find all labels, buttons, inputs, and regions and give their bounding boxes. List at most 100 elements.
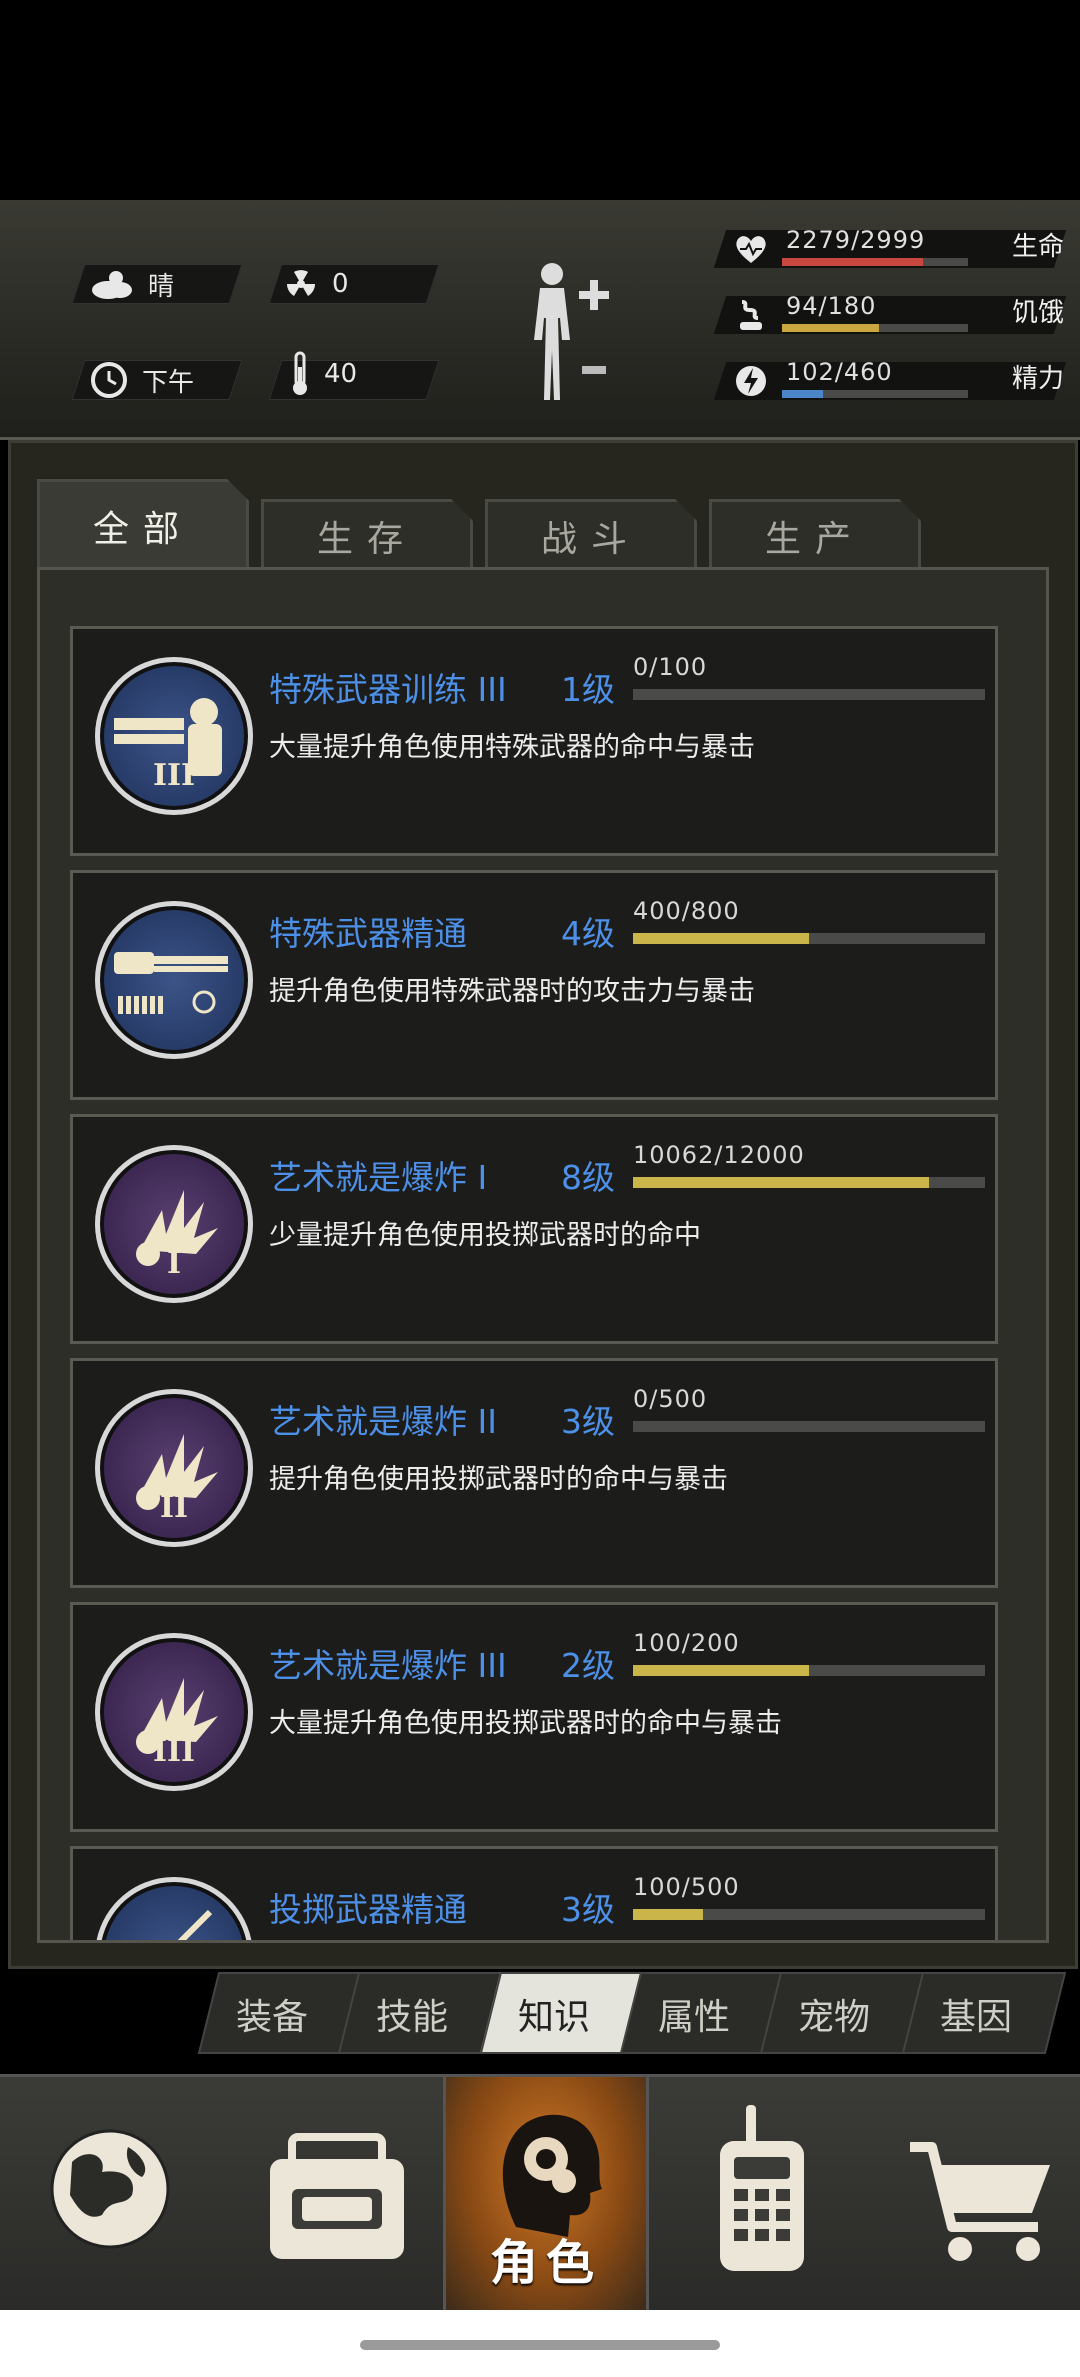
skill-card[interactable]: 特殊武器精通 4级 400/800 提升角色使用特殊武器时的攻击力与暴击 (70, 870, 998, 1100)
skill-progress-text: 100/200 (633, 1629, 740, 1657)
body-status-button[interactable] (520, 260, 620, 410)
skill-tier: III (152, 1734, 196, 1769)
hunger-label: 饥饿 (1011, 298, 1064, 328)
stat-hunger: 94/180 饥饿 (713, 288, 1067, 338)
skill-progress-fill (633, 1909, 704, 1920)
walkie-talkie-icon (720, 2105, 804, 2271)
tab-combat-label: 战斗 (540, 519, 641, 560)
skill-level: 3级 (561, 1890, 615, 1929)
heart-icon (736, 236, 766, 263)
skill-tier: III (152, 758, 196, 793)
tab-survival[interactable]: 生存 (261, 499, 473, 570)
skill-emblem (95, 1877, 253, 1940)
skill-emblem (95, 901, 253, 1059)
skill-progress-bar (633, 1177, 985, 1188)
clock-icon (91, 362, 127, 398)
skill-progress-text: 400/800 (633, 897, 740, 925)
tab-all-label: 全部 (92, 509, 193, 550)
skill-progress-fill (633, 933, 809, 944)
system-gesture-bar (0, 2310, 1080, 2377)
skill-progress-bar (633, 1665, 985, 1676)
skill-progress-bar (633, 689, 985, 700)
radiation-indicator[interactable]: 0 (284, 264, 349, 304)
subtab-label: 宠物 (797, 1997, 870, 2038)
tab-all[interactable]: 全部 (37, 479, 249, 570)
shopping-cart-icon (910, 2142, 1050, 2261)
bottom-nav: 角色 (0, 2074, 1080, 2313)
skill-title: 艺术就是爆炸 III (269, 1646, 507, 1685)
temperature-indicator[interactable]: 40 (290, 351, 358, 395)
backpack-icon (270, 2133, 404, 2259)
subtab-label: 装备 (235, 1997, 308, 2038)
tab-production[interactable]: 生产 (709, 499, 921, 570)
stat-energy: 102/460 精力 (713, 354, 1067, 404)
stat-health: 2279/2999 生命 (713, 222, 1067, 272)
temperature-value: 40 (324, 359, 358, 389)
home-indicator[interactable] (360, 2340, 720, 2350)
weather-label: 晴 (148, 271, 175, 302)
skill-description: 提升角色使用投掷武器时的命中与暴击 (269, 1464, 728, 1495)
skill-tier: II (159, 1490, 189, 1525)
nav-character-button[interactable]: 角色 (443, 2077, 649, 2313)
tab-production-label: 生产 (764, 519, 865, 560)
globe-icon (50, 2129, 170, 2249)
skill-progress-bar (633, 933, 985, 944)
skill-level: 2级 (561, 1646, 615, 1685)
skill-description: 少量提升角色使用投掷武器时的命中 (269, 1220, 701, 1251)
skill-card[interactable]: I 艺术就是爆炸 I 8级 10062/12000 少量提升角色使用投掷武器时的命中 (70, 1114, 998, 1344)
subtab-label: 基因 (939, 1997, 1012, 2038)
nav-map-button[interactable] (32, 2077, 232, 2313)
hunger-bar-fill (782, 324, 879, 332)
skill-progress-bar (633, 1909, 985, 1920)
skill-card[interactable]: III 特殊武器训练 III 1级 0/100 大量提升角色使用特殊武器的命中与暴击 (70, 626, 998, 856)
thermometer-icon (293, 351, 307, 395)
skill-emblem: III (95, 1633, 253, 1791)
hunger-bar (782, 324, 968, 332)
body-figure-icon (534, 263, 609, 400)
skill-title: 特殊武器精通 (269, 914, 467, 953)
time-label: 下午 (142, 367, 195, 398)
nav-character-label: 角色 (489, 2235, 602, 2291)
knowledge-panel: 全部 生存 战斗 生产 III 特殊武器训练 III 1级 0/100 大量提升角色使用… (8, 440, 1078, 1969)
skill-emblem: II (95, 1389, 253, 1547)
energy-label: 精力 (1011, 364, 1064, 394)
subtab-label: 技能 (375, 1997, 448, 2038)
skill-title: 艺术就是爆炸 II (269, 1402, 497, 1441)
skill-level: 4级 (561, 914, 615, 953)
skill-card[interactable]: II 艺术就是爆炸 II 3级 0/500 提升角色使用投掷武器时的命中与暴击 (70, 1358, 998, 1588)
skill-level: 8级 (561, 1158, 615, 1197)
skill-card[interactable]: 投掷武器精通 3级 100/500 (70, 1846, 998, 1940)
energy-bar-fill (782, 390, 823, 398)
skill-progress-fill (633, 1665, 809, 1676)
skill-progress-text: 100/500 (633, 1873, 740, 1901)
minigun-ammo-icon (114, 952, 228, 1014)
radiation-icon (287, 270, 315, 296)
cloud-sun-icon (92, 271, 132, 299)
energy-bar (782, 390, 968, 398)
skill-description: 大量提升角色使用特殊武器的命中与暴击 (269, 732, 755, 763)
nav-shop-button[interactable] (880, 2077, 1080, 2313)
tab-survival-label: 生存 (316, 519, 417, 560)
skill-description: 大量提升角色使用投掷武器时的命中与暴击 (269, 1708, 782, 1739)
skill-progress-text: 0/100 (633, 653, 708, 681)
throwing-weapon-icon (177, 1909, 213, 1940)
skill-card[interactable]: III 艺术就是爆炸 III 2级 100/200 大量提升角色使用投掷武器时的命中与暴… (70, 1602, 998, 1832)
energy-icon (736, 366, 766, 396)
skill-emblem: I (95, 1145, 253, 1303)
skill-emblem: III (95, 657, 253, 815)
energy-value: 102/460 (786, 358, 893, 386)
health-label: 生命 (1011, 232, 1064, 262)
health-bar (782, 258, 968, 266)
nav-inventory-button[interactable] (232, 2077, 432, 2313)
skill-list[interactable]: III 特殊武器训练 III 1级 0/100 大量提升角色使用特殊武器的命中与暴击 特殊… (37, 567, 1049, 1943)
tab-combat[interactable]: 战斗 (485, 499, 697, 570)
skill-title: 艺术就是爆炸 I (269, 1158, 488, 1197)
skill-progress-text: 0/500 (633, 1385, 708, 1413)
nav-radio-button[interactable] (662, 2077, 862, 2313)
skill-progress-text: 10062/12000 (633, 1141, 805, 1169)
time-indicator[interactable]: 下午 (90, 360, 194, 400)
skill-level: 1级 (561, 670, 615, 709)
subtab-label: 知识 (517, 1997, 590, 2038)
skill-level: 3级 (561, 1402, 615, 1441)
weather-indicator[interactable]: 晴 (90, 264, 174, 304)
